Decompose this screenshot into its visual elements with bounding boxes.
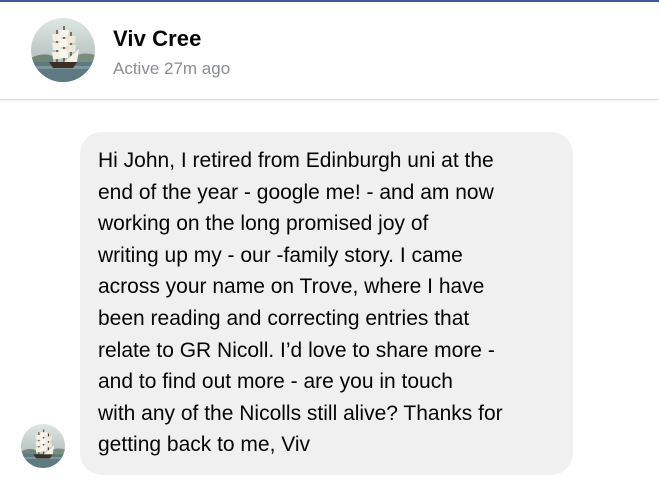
sender-avatar[interactable]	[21, 424, 65, 468]
chat-window: Viv Cree Active 27m ago Hi John, I retir…	[0, 0, 659, 483]
contact-active-status: Active 27m ago	[113, 59, 231, 78]
chat-header: Viv Cree Active 27m ago	[0, 2, 659, 100]
contact-name[interactable]: Viv Cree	[113, 26, 201, 52]
contact-avatar[interactable]	[31, 18, 95, 82]
message-bubble[interactable]: Hi John, I retired from Edinburgh uni at…	[80, 132, 573, 475]
